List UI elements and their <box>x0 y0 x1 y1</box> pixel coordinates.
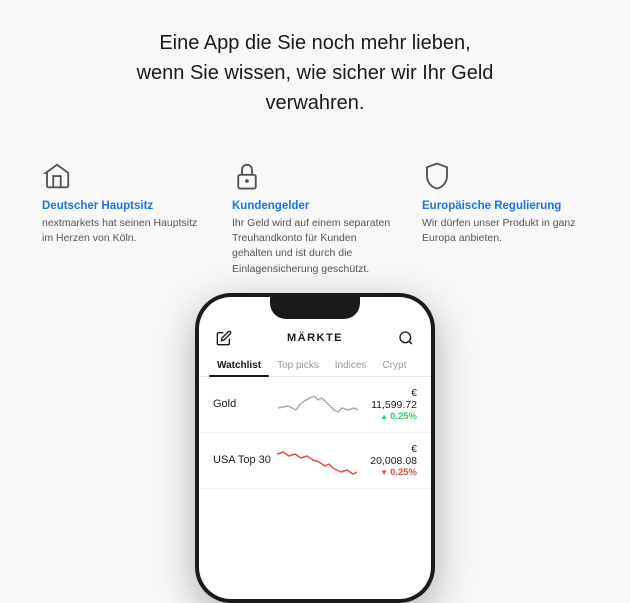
feature-kundengelder-title: Kundengelder <box>232 200 398 212</box>
lock-icon <box>232 158 398 194</box>
stock-item-usa[interactable]: USA Top 30 € 20,008.08 0.25% <box>199 433 431 489</box>
stock-price-section-usa: € 20,008.08 0.25% <box>363 443 417 478</box>
tab-crypto[interactable]: Crypt <box>374 353 414 376</box>
stock-price-section-gold: € 11,599.72 0.25% <box>364 387 417 422</box>
feature-regulierung-desc: Wir dürfen unser Produkt in ganz Europa … <box>422 216 588 246</box>
stock-price-usa: € 20,008.08 <box>363 443 417 467</box>
stock-chart-gold <box>278 388 358 420</box>
stock-change-gold: 0.25% <box>364 411 417 422</box>
tab-indices[interactable]: Indices <box>327 353 375 376</box>
feature-regulierung-title: Europäische Regulierung <box>422 200 588 212</box>
feature-hauptsitz-desc: nextmarkets hat seinen Hauptsitz im Herz… <box>42 216 208 246</box>
lock-svg <box>232 161 262 191</box>
tab-bar: Watchlist Top picks Indices Crypt <box>199 353 431 377</box>
shield-icon <box>422 158 588 194</box>
stock-item-gold[interactable]: Gold € 11,599.72 0.25% <box>199 377 431 433</box>
feature-hauptsitz: Deutscher Hauptsitz nextmarkets hat sein… <box>30 158 220 277</box>
phone-notch <box>270 297 360 319</box>
stock-name-usa: USA Top 30 <box>213 454 271 466</box>
arrow-down-usa <box>380 467 388 478</box>
tab-watchlist[interactable]: Watchlist <box>209 353 269 376</box>
app-title: MÄRKTE <box>233 332 397 344</box>
home-icon <box>42 158 208 194</box>
home-svg <box>42 161 72 191</box>
stock-chart-usa <box>277 444 357 476</box>
phone-frame: MÄRKTE Watchlist Top picks Indices <box>195 293 435 603</box>
app-topbar: MÄRKTE <box>199 323 431 353</box>
app-screen: MÄRKTE Watchlist Top picks Indices <box>199 297 431 599</box>
hero-title: Eine App die Sie noch mehr lieben, wenn … <box>60 28 570 118</box>
search-icon[interactable] <box>397 329 415 347</box>
feature-regulierung: Europäische Regulierung Wir dürfen unser… <box>410 158 600 277</box>
page-wrapper: Eine App die Sie noch mehr lieben, wenn … <box>0 0 630 603</box>
hero-section: Eine App die Sie noch mehr lieben, wenn … <box>0 0 630 142</box>
stock-change-usa: 0.25% <box>363 467 417 478</box>
edit-icon[interactable] <box>215 329 233 347</box>
stock-name-gold: Gold <box>213 398 272 410</box>
feature-hauptsitz-title: Deutscher Hauptsitz <box>42 200 208 212</box>
stock-price-gold: € 11,599.72 <box>364 387 417 411</box>
feature-kundengelder-desc: Ihr Geld wird auf einem separaten Treuha… <box>232 216 398 277</box>
tab-top-picks[interactable]: Top picks <box>269 353 327 376</box>
shield-svg <box>422 161 452 191</box>
arrow-up-gold <box>380 411 388 422</box>
phone-screen: MÄRKTE Watchlist Top picks Indices <box>199 297 431 599</box>
phone-wrapper: MÄRKTE Watchlist Top picks Indices <box>0 293 630 603</box>
stock-list: Gold € 11,599.72 0.25% <box>199 377 431 599</box>
features-row: Deutscher Hauptsitz nextmarkets hat sein… <box>0 142 630 277</box>
feature-kundengelder: Kundengelder Ihr Geld wird auf einem sep… <box>220 158 410 277</box>
